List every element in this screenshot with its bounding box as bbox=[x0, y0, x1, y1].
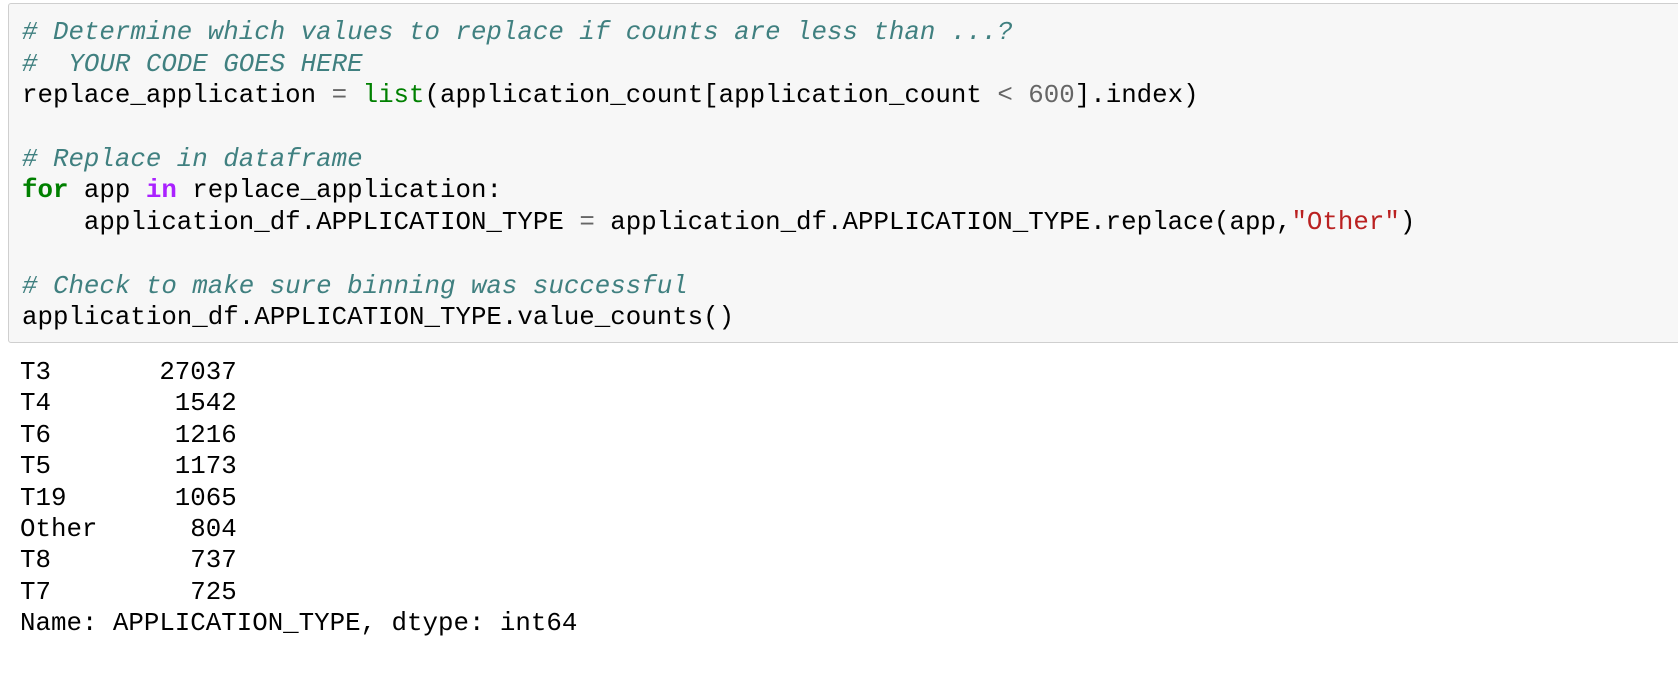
output-row: T19 1065 bbox=[20, 483, 237, 514]
output-label: T3 bbox=[20, 358, 51, 387]
output-row: T7 725 bbox=[20, 577, 237, 608]
code-token: = bbox=[579, 208, 595, 238]
code-line: for app in replace_application: bbox=[22, 175, 1415, 207]
code-token: ) bbox=[1399, 208, 1416, 238]
output-value: 725 bbox=[190, 577, 237, 607]
code-token: # Replace in dataframe bbox=[22, 144, 363, 174]
output-row: Other 804 bbox=[20, 514, 237, 545]
output-row: T6 1216 bbox=[20, 420, 237, 451]
code-token: list bbox=[362, 81, 425, 111]
output-row: T8 737 bbox=[20, 545, 237, 576]
code-cell-input[interactable]: # Determine which values to replace if c… bbox=[8, 3, 1678, 343]
code-token: replace_application: bbox=[176, 176, 502, 206]
code-token: # Determine which values to replace if c… bbox=[22, 18, 1013, 47]
code-token: application_df.APPLICATION_TYPE bbox=[22, 208, 580, 238]
output-value: 1065 bbox=[174, 483, 237, 513]
output-row: T3 27037 bbox=[20, 357, 237, 388]
cell-output: T3 27037 T4 1542 T6 1216 T5 1173 T19 1065 Other 804… bbox=[20, 357, 237, 608]
output-label: T5 bbox=[20, 452, 51, 482]
code-line: replace_application = list(application_c… bbox=[22, 80, 1415, 112]
code-token: application_df.APPLICATION_TYPE.value_co… bbox=[22, 303, 735, 333]
output-footer: Name: APPLICATION_TYPE, dtype: int64 bbox=[20, 609, 578, 638]
output-value: 27037 bbox=[159, 358, 237, 387]
output-row: T4 1542 bbox=[20, 388, 237, 419]
code-token: # YOUR CODE GOES HERE bbox=[22, 49, 363, 79]
output-label: T8 bbox=[20, 546, 51, 576]
output-value: 1173 bbox=[174, 452, 237, 482]
code-line: # Check to make sure binning was success… bbox=[22, 271, 1415, 303]
code-line: # Replace in dataframe bbox=[22, 144, 1415, 176]
code-token: (application_count[application_count bbox=[424, 81, 998, 111]
code-line: application_df.APPLICATION_TYPE.value_co… bbox=[22, 302, 1415, 334]
output-label: T6 bbox=[20, 420, 51, 450]
code-line: # Determine which values to replace if c… bbox=[22, 17, 1415, 49]
code-token: in bbox=[145, 176, 177, 206]
output-label: Other bbox=[20, 514, 98, 544]
output-label: T7 bbox=[20, 577, 51, 607]
code-token: app bbox=[68, 176, 146, 206]
code-token: for bbox=[22, 176, 69, 206]
code-token: 600 bbox=[1028, 81, 1075, 111]
code-line: application_df.APPLICATION_TYPE = applic… bbox=[22, 207, 1415, 239]
code-token: ].index) bbox=[1074, 81, 1199, 111]
output-value: 1542 bbox=[174, 389, 237, 419]
output-value: 737 bbox=[190, 546, 237, 576]
output-row: T5 1173 bbox=[20, 451, 237, 482]
output-value: 1216 bbox=[174, 420, 237, 450]
code-token: "Other" bbox=[1291, 208, 1400, 238]
code-token: application_df.APPLICATION_TYPE.replace(… bbox=[594, 208, 1292, 238]
output-value: 804 bbox=[190, 514, 237, 544]
code-token: replace_application bbox=[22, 81, 332, 111]
code-token: < bbox=[997, 81, 1013, 111]
code-token: = bbox=[331, 81, 348, 111]
output-label: T19 bbox=[20, 483, 67, 513]
code-editor[interactable]: # Determine which values to replace if c… bbox=[22, 17, 1415, 334]
code-line: # YOUR CODE GOES HERE bbox=[22, 49, 1415, 81]
output-label: T4 bbox=[20, 389, 51, 419]
code-token: # Check to make sure binning was success… bbox=[22, 271, 688, 301]
